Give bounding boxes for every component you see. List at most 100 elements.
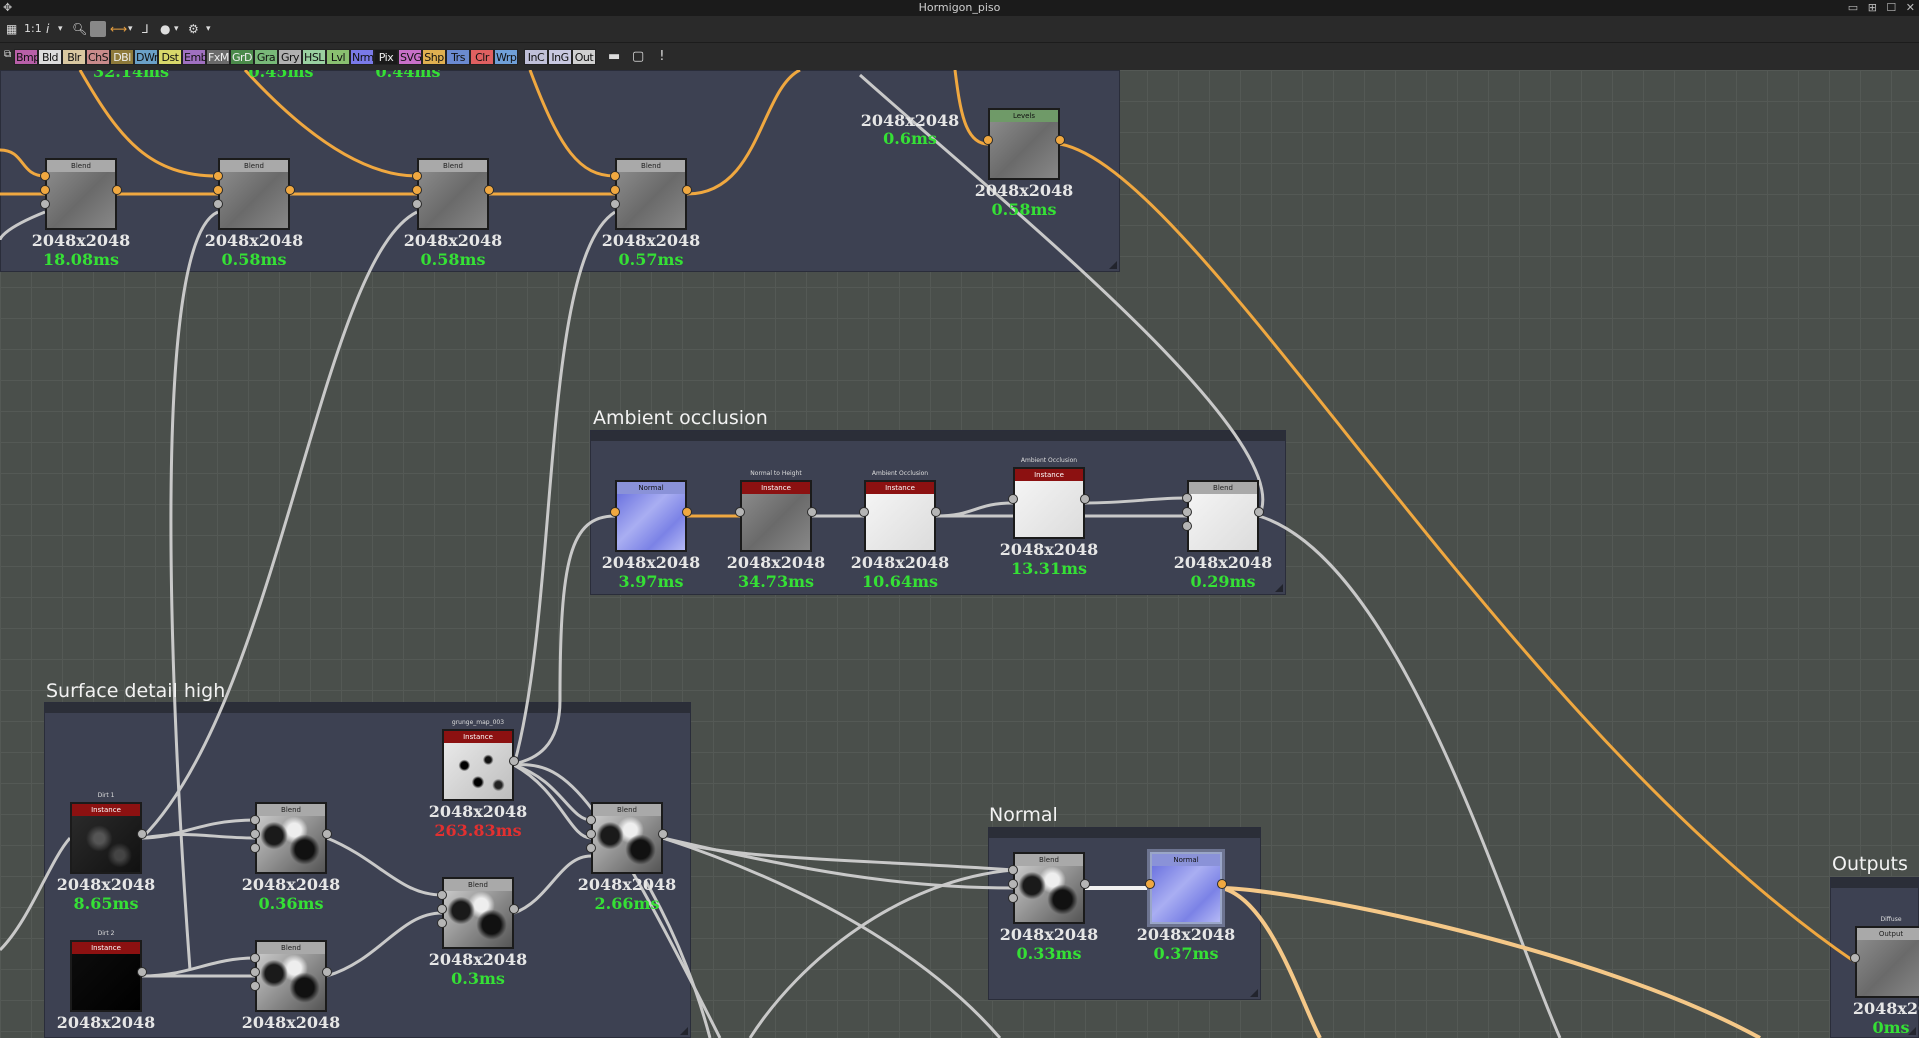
input-port[interactable] bbox=[250, 843, 260, 853]
node-g2[interactable]: Instance bbox=[70, 940, 142, 1012]
input-port[interactable] bbox=[1008, 494, 1018, 504]
output-port[interactable] bbox=[322, 967, 332, 977]
output-port[interactable] bbox=[1080, 879, 1090, 889]
filter-lvl-button[interactable]: Lvl bbox=[326, 49, 350, 65]
node-s4[interactable]: Blend bbox=[591, 802, 663, 874]
info-button[interactable]: i bbox=[46, 21, 49, 37]
output-port[interactable] bbox=[137, 829, 147, 839]
node-ao1[interactable]: Normal bbox=[615, 480, 687, 552]
input-port[interactable] bbox=[1182, 493, 1192, 503]
output-port[interactable] bbox=[1254, 507, 1264, 517]
filter-nrm-button[interactable]: Nrm bbox=[350, 49, 374, 65]
node-lv[interactable]: Levels bbox=[988, 108, 1060, 180]
node-b3[interactable]: Blend bbox=[417, 158, 489, 230]
input-port[interactable] bbox=[859, 507, 869, 517]
node-gr[interactable]: Instance bbox=[442, 729, 514, 801]
output-port[interactable] bbox=[112, 185, 122, 195]
filter-wrp-button[interactable]: Wrp bbox=[494, 49, 518, 65]
input-port[interactable] bbox=[213, 185, 223, 195]
output-port[interactable] bbox=[807, 507, 817, 517]
tile-icon[interactable]: ⊞ bbox=[1868, 1, 1877, 14]
output-port[interactable] bbox=[509, 756, 519, 766]
bomb-icon[interactable]: ● bbox=[160, 21, 170, 37]
input-port[interactable] bbox=[213, 199, 223, 209]
filter-dst-button[interactable]: Dst bbox=[158, 49, 182, 65]
input-port[interactable] bbox=[40, 185, 50, 195]
output-port[interactable] bbox=[658, 829, 668, 839]
output-port[interactable] bbox=[1080, 494, 1090, 504]
input-port[interactable] bbox=[610, 185, 620, 195]
filter-blr-button[interactable]: Blr bbox=[62, 49, 86, 65]
input-port[interactable] bbox=[250, 981, 260, 991]
filter-dbl-button[interactable]: DBl bbox=[110, 49, 134, 65]
filter-dwr-button[interactable]: DWr bbox=[134, 49, 158, 65]
input-port[interactable] bbox=[412, 185, 422, 195]
filter-shp-button[interactable]: Shp bbox=[422, 49, 446, 65]
output-port[interactable] bbox=[509, 904, 519, 914]
filter-out-button[interactable]: Out bbox=[572, 49, 596, 65]
output-port[interactable] bbox=[322, 829, 332, 839]
input-port[interactable] bbox=[412, 199, 422, 209]
output-port[interactable] bbox=[1217, 879, 1227, 889]
fit-view-icon[interactable]: ▦ bbox=[6, 21, 17, 37]
input-port[interactable] bbox=[40, 171, 50, 181]
graph-canvas[interactable]: Ambient occlusion Surface detail high Norm… bbox=[0, 70, 1919, 1038]
filter-gry-button[interactable]: Gry bbox=[278, 49, 302, 65]
filter-fxm-button[interactable]: FxM bbox=[206, 49, 230, 65]
input-port[interactable] bbox=[1008, 865, 1018, 875]
connection-style-icon[interactable]: ⟷ bbox=[110, 21, 127, 37]
node-s1[interactable]: Blend bbox=[255, 802, 327, 874]
input-port[interactable] bbox=[1008, 893, 1018, 903]
output-port[interactable] bbox=[931, 507, 941, 517]
input-port[interactable] bbox=[735, 507, 745, 517]
filter-ing-button[interactable]: InG bbox=[548, 49, 572, 65]
input-port[interactable] bbox=[437, 918, 447, 928]
input-port[interactable] bbox=[250, 953, 260, 963]
input-port[interactable] bbox=[983, 135, 993, 145]
node-g1[interactable]: Instance bbox=[70, 802, 142, 874]
input-port[interactable] bbox=[1850, 953, 1860, 963]
pin-icon[interactable]: ▭ bbox=[1848, 1, 1858, 14]
node-n2[interactable]: Normal bbox=[1150, 852, 1222, 924]
input-port[interactable] bbox=[610, 199, 620, 209]
input-port[interactable] bbox=[586, 843, 596, 853]
filter-toggle-icon[interactable]: ⧉ bbox=[4, 49, 11, 60]
filter-grd-button[interactable]: GrD bbox=[230, 49, 254, 65]
input-port[interactable] bbox=[1008, 879, 1018, 889]
filter-chs-button[interactable]: ChS bbox=[86, 49, 110, 65]
input-port[interactable] bbox=[412, 171, 422, 181]
node-b2[interactable]: Blend bbox=[218, 158, 290, 230]
filter-bld-button[interactable]: Bld bbox=[38, 49, 62, 65]
filter-hsl-button[interactable]: HSL bbox=[302, 49, 326, 65]
close-icon[interactable]: ✕ bbox=[1906, 1, 1915, 14]
comment-icon[interactable]: ▬ bbox=[608, 49, 620, 64]
filter-svg-button[interactable]: SVG bbox=[398, 49, 422, 65]
input-port[interactable] bbox=[586, 829, 596, 839]
input-port[interactable] bbox=[610, 171, 620, 181]
maximize-icon[interactable]: ☐ bbox=[1886, 1, 1896, 14]
input-port[interactable] bbox=[586, 815, 596, 825]
input-port[interactable] bbox=[40, 199, 50, 209]
output-port[interactable] bbox=[285, 185, 295, 195]
filter-bmp-button[interactable]: Bmp bbox=[14, 49, 40, 65]
filter-clr-button[interactable]: Clr bbox=[470, 49, 494, 65]
input-port[interactable] bbox=[1145, 879, 1155, 889]
output-port[interactable] bbox=[682, 185, 692, 195]
zoom-one-to-one-button[interactable]: 1:1 bbox=[24, 21, 42, 37]
node-ao2[interactable]: Instance bbox=[740, 480, 812, 552]
search-icon[interactable]: 🔍︎ bbox=[72, 21, 87, 37]
info-dropdown-arrow-icon[interactable]: ▾ bbox=[58, 21, 63, 37]
connection-dropdown-arrow-icon[interactable]: ▾ bbox=[128, 21, 133, 37]
node-ao3[interactable]: Instance bbox=[864, 480, 936, 552]
settings-dropdown-arrow-icon[interactable]: ▾ bbox=[206, 21, 211, 37]
output-port[interactable] bbox=[484, 185, 494, 195]
node-b1[interactable]: Blend bbox=[45, 158, 117, 230]
pin-tool-icon[interactable]: ǃ bbox=[660, 49, 664, 64]
input-port[interactable] bbox=[1182, 521, 1192, 531]
node-ao5[interactable]: Blend bbox=[1187, 480, 1259, 552]
bomb-dropdown-arrow-icon[interactable]: ▾ bbox=[174, 21, 179, 37]
filter-gra-button[interactable]: Gra bbox=[254, 49, 278, 65]
output-port[interactable] bbox=[137, 967, 147, 977]
filter-trs-button[interactable]: Trs bbox=[446, 49, 470, 65]
filter-emb-button[interactable]: Emb bbox=[182, 49, 208, 65]
